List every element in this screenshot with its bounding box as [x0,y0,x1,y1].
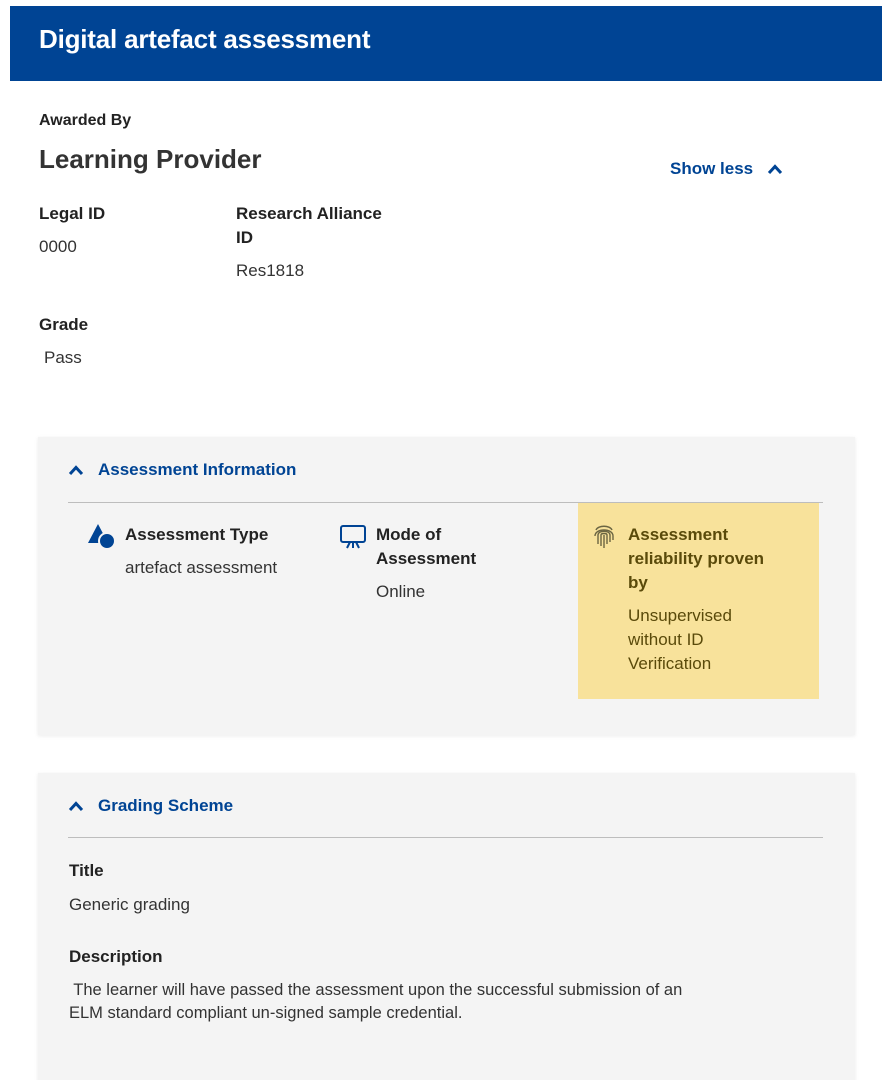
page: Digital artefact assessment Awarded By L… [0,0,889,1080]
grade-label: Grade [39,315,89,334]
legal-id-label: Legal ID [39,204,106,223]
fingerprint-icon [594,525,614,548]
grade-value: Pass [44,348,82,367]
grading-title-label: Title [69,861,104,880]
show-less-button[interactable]: Show less [670,159,783,179]
reliability-value-2: without ID [628,630,704,649]
mode-of-assessment-value: Online [376,582,426,601]
awarded-by-label: Awarded By [39,112,132,129]
show-less-label: Show less [670,159,754,178]
assessment-information-heading: Assessment Information [98,460,297,479]
research-alliance-value: Res1818 [236,261,305,280]
chevron-up-icon [68,465,84,476]
chevron-up-icon [768,164,783,175]
assessment-information-panel: Assessment Information Assessment Type a… [38,437,855,735]
assessment-type-value: artefact assessment [125,558,278,577]
assessment-type-label: Assessment Type [125,525,269,544]
page-title: Digital artefact assessment [39,24,371,54]
page-header: Digital artefact assessment [10,6,882,81]
reliability-label-3: by [628,573,648,592]
chevron-up-icon [68,801,84,812]
presentation-board-icon [340,525,366,549]
reliability-label-2: reliability proven [628,549,765,568]
grading-description-line-1: The learner will have passed the assessm… [69,981,683,999]
grading-scheme-heading: Grading Scheme [98,796,234,815]
grading-scheme-toggle[interactable]: Grading Scheme [68,796,233,816]
reliability-value-3: Verification [628,654,712,673]
grading-title-value: Generic grading [69,895,190,914]
divider [68,837,823,838]
reliability-label-1: Assessment [628,525,729,544]
grading-description-label: Description [69,947,163,966]
legal-id-value: 0000 [39,237,77,256]
mode-of-assessment-label-2: Assessment [376,549,477,568]
assessment-information-toggle[interactable]: Assessment Information [68,460,296,480]
reliability-value-1: Unsupervised [628,606,732,625]
mode-of-assessment-label-1: Mode of [376,525,442,544]
research-alliance-label-1: Research Alliance [236,204,382,223]
provider-name: Learning Provider [39,144,262,174]
grading-scheme-panel: Grading Scheme Title Generic grading Des… [38,773,855,1080]
grading-description-line-2: ELM standard compliant un-signed sample … [69,1004,463,1022]
research-alliance-label-2: ID [236,228,253,247]
shapes-icon [88,524,116,550]
